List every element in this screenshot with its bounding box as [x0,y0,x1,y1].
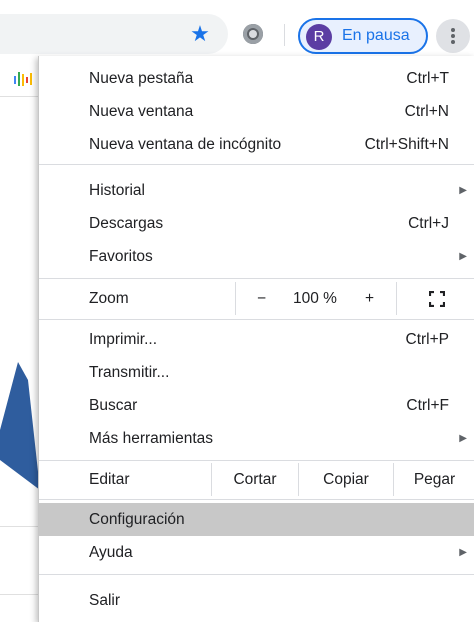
extension-icon[interactable] [243,24,263,44]
menu-item-label: Más herramientas [89,430,214,447]
page-divider [0,96,38,97]
menu-item-imprimir[interactable]: Imprimir... Ctrl+P [39,323,474,356]
paste-button[interactable]: Pegar [394,463,474,496]
avatar: R [306,24,332,50]
menu-item-descargas[interactable]: Descargas Ctrl+J [39,207,474,240]
menu-item-incognito[interactable]: Nueva ventana de incógnito Ctrl+Shift+N [39,128,474,161]
menu-item-salir[interactable]: Salir [39,584,474,617]
chrome-menu-button[interactable] [436,19,470,53]
audio-playing-icon [14,72,32,86]
menu-item-label: Imprimir... [89,331,158,348]
profile-button[interactable]: R En pausa [298,18,428,54]
browser-toolbar: ★ R En pausa [0,0,474,62]
shortcut-label: Ctrl+P [405,331,450,348]
submenu-arrow-icon: ▶ [459,547,467,558]
menu-item-mas-herramientas[interactable]: Más herramientas ▶ [39,422,474,455]
menu-item-label: Zoom [89,290,129,307]
menu-separator [39,278,474,279]
menu-divider [396,282,397,315]
menu-separator [39,574,474,575]
menu-item-label: Nueva ventana de incógnito [89,136,282,153]
shortcut-label: Ctrl+N [404,103,449,120]
menu-separator [39,499,474,500]
menu-item-label: Descargas [89,215,164,232]
menu-item-ayuda[interactable]: Ayuda ▶ [39,536,474,569]
shortcut-label: Ctrl+F [406,397,449,414]
menu-item-label: Configuración [89,511,185,528]
chrome-main-menu: Nueva pestaña Ctrl+T Nueva ventana Ctrl+… [38,56,474,622]
menu-item-historial[interactable]: Historial ▶ [39,174,474,207]
menu-item-label: Editar [89,471,130,488]
menu-item-transmitir[interactable]: Transmitir... [39,356,474,389]
bookmark-star-icon[interactable]: ★ [188,22,212,46]
zoom-in-button[interactable]: + [365,282,374,315]
submenu-arrow-icon: ▶ [459,185,467,196]
profile-status-label: En pausa [342,27,410,44]
toolbar-divider [284,24,285,46]
menu-item-label: Nueva pestaña [89,70,194,87]
menu-item-label: Buscar [89,397,138,414]
menu-item-nueva-pestana[interactable]: Nueva pestaña Ctrl+T [39,62,474,95]
zoom-level: 100 % [293,290,337,307]
menu-item-configuracion[interactable]: Configuración [39,503,474,536]
menu-item-label: Salir [89,592,121,609]
menu-item-label: Transmitir... [89,364,170,381]
menu-item-zoom: Zoom − 100 % + [39,282,474,315]
copy-button[interactable]: Copiar [299,463,393,496]
cut-button[interactable]: Cortar [212,463,298,496]
zoom-out-button[interactable]: − [257,282,266,315]
menu-item-favoritos[interactable]: Favoritos ▶ [39,240,474,273]
menu-separator [39,319,474,320]
menu-separator [39,460,474,461]
menu-divider [235,282,236,315]
menu-item-buscar[interactable]: Buscar Ctrl+F [39,389,474,422]
shortcut-label: Ctrl+T [406,70,449,87]
menu-item-editar: Editar Cortar Copiar Pegar [39,463,474,496]
fullscreen-icon[interactable] [429,291,445,307]
shortcut-label: Ctrl+Shift+N [364,136,449,153]
menu-item-label: Ayuda [89,544,133,561]
submenu-arrow-icon: ▶ [459,433,467,444]
menu-item-label: Favoritos [89,248,153,265]
shortcut-label: Ctrl+J [408,215,449,232]
submenu-arrow-icon: ▶ [459,251,467,262]
menu-item-nueva-ventana[interactable]: Nueva ventana Ctrl+N [39,95,474,128]
page-divider [0,594,38,595]
menu-item-label: Historial [89,182,145,199]
page-divider [0,526,38,527]
menu-separator [39,164,474,165]
menu-item-label: Nueva ventana [89,103,194,120]
